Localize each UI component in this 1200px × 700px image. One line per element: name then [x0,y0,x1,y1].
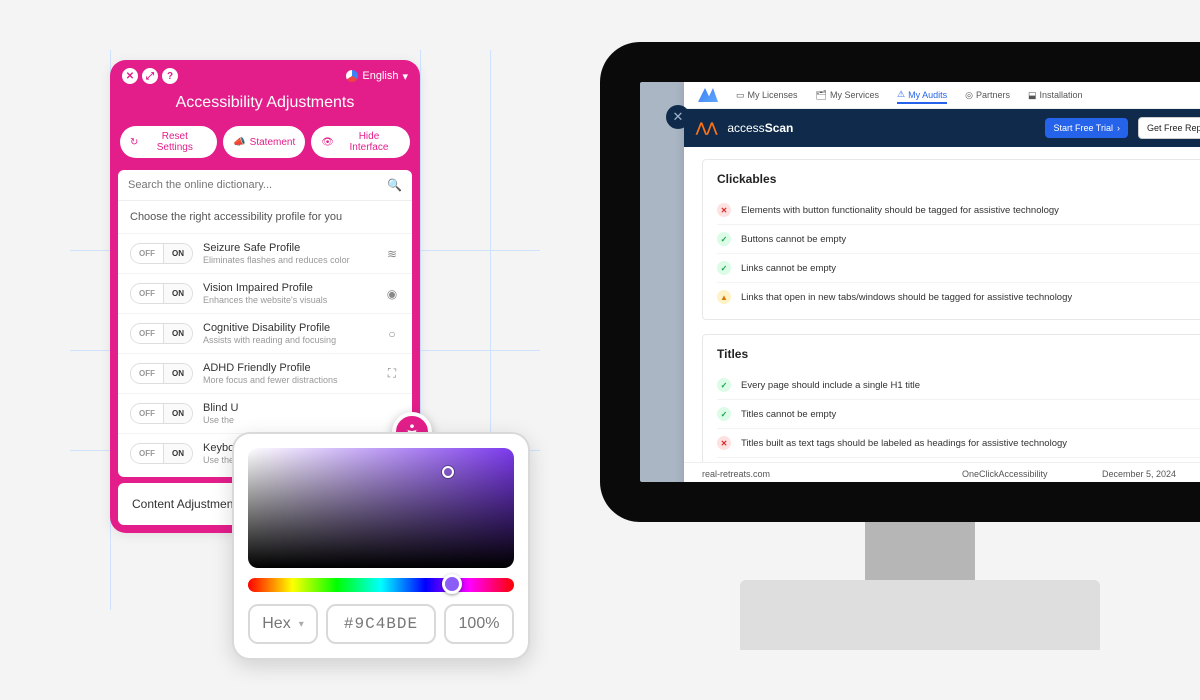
toggle-seizure[interactable]: OFFON [130,243,193,264]
toggle-adhd[interactable]: OFFON [130,363,193,384]
profiles-subtitle: Choose the right accessibility profile f… [118,201,412,233]
hide-interface-button[interactable]: 👁Hide Interface [311,126,410,158]
profile-row-seizure: OFFON Seizure Safe ProfileEliminates fla… [118,233,412,273]
brand-name: accessScan [727,121,793,135]
status-ok-icon: ✓ [717,232,731,246]
toggle-keyboard[interactable]: OFFON [130,443,193,464]
brand-mark-icon: ⋀⋀ [696,120,717,136]
search-icon[interactable]: 🔍 [387,178,402,192]
widget-title: Accessibility Adjustments [110,92,420,126]
hex-input[interactable]: #9C4BDE [326,604,436,644]
footer-plugin: OneClickAccessibility [962,469,1102,479]
status-ok-icon: ✓ [717,378,731,392]
issue-row[interactable]: ✕Titles built as text tags should be lab… [717,428,1200,457]
chevron-right-icon: › [1117,123,1120,133]
circle-icon: ○ [384,326,400,342]
color-mode-select[interactable]: Hex [248,604,318,644]
clickables-heading: Clickables [717,172,1200,186]
language-label: English [362,70,398,82]
hue-slider[interactable] [248,578,514,592]
issue-row[interactable]: ✓Every page should include a single H1 t… [717,371,1200,399]
status-error-icon: ✕ [717,203,731,217]
color-handle[interactable] [442,466,454,478]
card-icon: ▭ [736,90,745,101]
color-picker: Hex #9C4BDE 100% [232,432,530,660]
close-panel-button[interactable]: ✕ [666,105,690,129]
toggle-vision[interactable]: OFFON [130,283,193,304]
issue-row[interactable]: ▲Links that open in new tabs/windows sho… [717,282,1200,311]
nav-audits[interactable]: ⚠My Audits [897,89,947,104]
monitor-neck [865,522,975,582]
hue-handle[interactable] [442,574,462,594]
start-free-trial-button[interactable]: Start Free Trial› [1045,118,1128,138]
color-canvas[interactable] [248,448,514,568]
profile-row-cognitive: OFFON Cognitive Disability ProfileAssist… [118,313,412,353]
get-free-report-button[interactable]: Get Free Report› [1138,117,1200,139]
issue-row[interactable]: ✓Links cannot be empty [717,253,1200,282]
monitor-base [740,580,1100,650]
nav-partners[interactable]: ◎Partners [965,90,1010,101]
eye-off-icon: 👁 [321,137,334,148]
footer-site: real-retreats.com [702,469,962,479]
globe-icon [346,70,358,82]
profile-row-adhd: OFFON ADHD Friendly ProfileMore focus an… [118,353,412,393]
status-warn-icon: ▲ [717,290,731,304]
statement-button[interactable]: 📣Statement [223,126,305,158]
chevron-down-icon: ▾ [402,70,408,83]
flash-icon: ≋ [384,246,400,262]
scan-toolbar: ✕ ⋀⋀ accessScan Start Free Trial› Get Fr… [684,109,1200,147]
status-error-icon: ✕ [717,436,731,450]
briefcase-icon: 🗂 [816,90,827,101]
top-nav: ▭My Licenses 🗂My Services ⚠My Audits ◎Pa… [684,82,1200,109]
audit-icon: ⚠ [897,89,905,100]
toggle-blind[interactable]: OFFON [130,403,193,424]
issue-row[interactable]: ✕Elements with button functionality shou… [717,196,1200,224]
search-input[interactable] [128,179,387,191]
alpha-input[interactable]: 100% [444,604,514,644]
focus-icon: ⛶ [384,366,400,382]
status-ok-icon: ✓ [717,407,731,421]
download-icon: ⬓ [1028,90,1037,101]
toggle-cognitive[interactable]: OFFON [130,323,193,344]
nav-services[interactable]: 🗂My Services [816,90,879,101]
results-table-footer: real-retreats.com OneClickAccessibility … [684,462,1200,482]
megaphone-icon: 📣 [233,137,245,148]
browser-window: ▭My Licenses 🗂My Services ⚠My Audits ◎Pa… [684,82,1200,482]
move-icon[interactable]: ⤢ [142,68,158,84]
issue-row[interactable]: ✓Titles cannot be empty [717,399,1200,428]
reset-icon: ↻ [130,137,138,148]
monitor-mockup: ▭My Licenses 🗂My Services ⚠My Audits ◎Pa… [600,42,1200,650]
titles-heading: Titles [717,347,1200,361]
close-icon[interactable]: ✕ [122,68,138,84]
nav-installation[interactable]: ⬓Installation [1028,90,1083,101]
language-selector[interactable]: English ▾ [346,70,408,83]
footer-date: December 5, 2024 [1102,469,1200,479]
help-icon[interactable]: ? [162,68,178,84]
partners-icon: ◎ [965,90,973,101]
titles-card: Titles ✓Every page should include a sing… [702,334,1200,482]
profile-row-vision: OFFON Vision Impaired ProfileEnhances th… [118,273,412,313]
wp-logo-icon [698,88,718,102]
eye-icon: ◉ [384,286,400,302]
issue-row[interactable]: ✓Buttons cannot be empty [717,224,1200,253]
reset-settings-button[interactable]: ↻Reset Settings [120,126,217,158]
clickables-card: Clickables ✕Elements with button functio… [702,159,1200,320]
profile-row-blind: OFFON Blind UUse the [118,393,412,433]
nav-licenses[interactable]: ▭My Licenses [736,90,798,101]
status-ok-icon: ✓ [717,261,731,275]
